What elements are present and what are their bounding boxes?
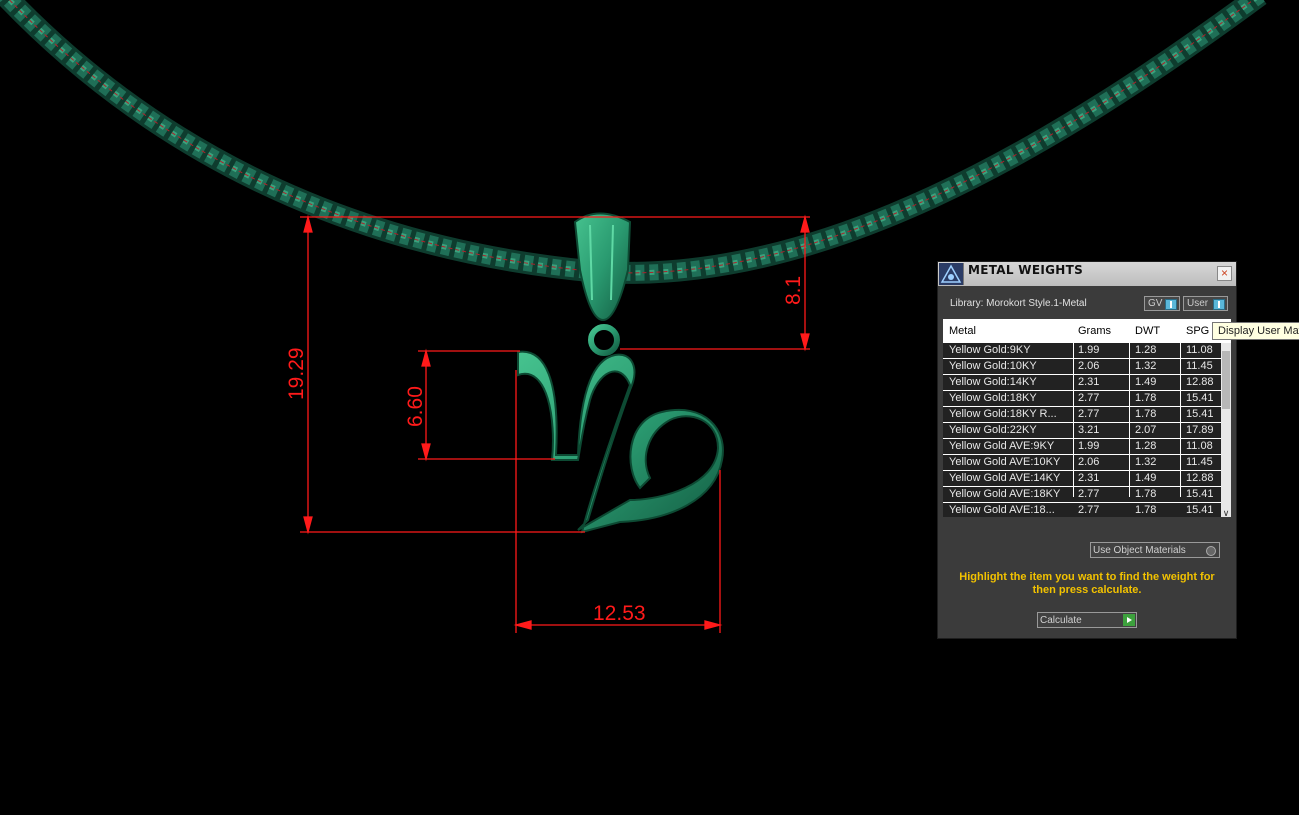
cell-spg: 15.41 [1186, 488, 1214, 500]
panel-title: METAL WEIGHTS [968, 263, 1084, 277]
scroll-down-icon[interactable]: ∨ [1221, 508, 1231, 517]
column-header-spg[interactable]: SPG [1186, 325, 1209, 337]
dimension-symbol-height-label: 6.60 [404, 386, 427, 427]
cell-spg: 11.45 [1186, 456, 1213, 468]
close-icon[interactable]: × [1217, 266, 1232, 281]
user-toggle[interactable]: User [1183, 296, 1228, 311]
library-label: Library: Morokort Style.1-Metal [950, 298, 1087, 309]
cell-spg: 12.88 [1186, 376, 1214, 388]
cell-dwt: 1.32 [1135, 456, 1157, 468]
cell-metal: Yellow Gold AVE:9KY [949, 440, 1055, 452]
gv-toggle[interactable]: GV [1144, 296, 1180, 311]
cell-spg: 17.89 [1186, 424, 1214, 436]
table-header: Metal Grams DWT SPG [943, 319, 1231, 344]
cell-grams: 2.77 [1078, 504, 1100, 516]
cell-grams: 2.77 [1078, 408, 1100, 420]
cell-spg: 11.08 [1186, 440, 1213, 452]
cell-dwt: 1.28 [1135, 344, 1157, 356]
table-row[interactable]: Yellow Gold AVE:18... 2.77 1.78 15.41 [943, 503, 1221, 517]
cell-grams: 2.31 [1078, 472, 1100, 484]
cell-metal: Yellow Gold:22KY [949, 424, 1037, 436]
metal-weights-panel: METAL WEIGHTS × Library: Morokort Style.… [937, 261, 1237, 639]
dimension-height-label: 19.29 [285, 347, 308, 400]
cell-spg: 15.41 [1186, 392, 1214, 404]
use-object-materials-toggle[interactable]: Use Object Materials [1090, 542, 1220, 558]
cell-dwt: 1.32 [1135, 360, 1157, 372]
cell-grams: 2.31 [1078, 376, 1100, 388]
cell-metal: Yellow Gold:18KY R... [949, 408, 1057, 420]
cell-dwt: 1.78 [1135, 504, 1157, 516]
gv-toggle-label: GV [1148, 298, 1163, 309]
cell-grams: 2.77 [1078, 488, 1100, 500]
cell-metal: Yellow Gold:10KY [949, 360, 1037, 372]
column-header-grams[interactable]: Grams [1078, 325, 1111, 337]
cell-dwt: 2.07 [1135, 424, 1157, 436]
column-header-dwt[interactable]: DWT [1135, 325, 1160, 337]
cell-dwt: 1.49 [1135, 376, 1157, 388]
vertical-scrollbar[interactable]: ∨ [1221, 343, 1231, 517]
radio-icon [1206, 546, 1216, 556]
cell-metal: Yellow Gold AVE:14KY [949, 472, 1061, 484]
cell-grams: 2.77 [1078, 392, 1100, 404]
cell-grams: 2.06 [1078, 456, 1100, 468]
cell-dwt: 1.78 [1135, 392, 1157, 404]
cell-grams: 2.06 [1078, 360, 1100, 372]
dimension-bail-label: 8.1 [782, 276, 805, 305]
cell-grams: 1.99 [1078, 440, 1100, 452]
cell-metal: Yellow Gold AVE:10KY [949, 456, 1061, 468]
capricorn-pendant [517, 350, 724, 534]
cell-grams: 3.21 [1078, 424, 1100, 436]
cell-metal: Yellow Gold:9KY [949, 344, 1031, 356]
cell-spg: 12.88 [1186, 472, 1214, 484]
pendant-bail [573, 212, 632, 356]
panel-title-bar[interactable]: METAL WEIGHTS × [938, 262, 1236, 286]
vertical-scroll-thumb[interactable] [1222, 351, 1230, 409]
cell-dwt: 1.28 [1135, 440, 1157, 452]
cell-grams: 1.99 [1078, 344, 1100, 356]
cell-dwt: 1.49 [1135, 472, 1157, 484]
toggle-switch-icon [1165, 299, 1177, 310]
cell-spg: 11.08 [1186, 344, 1213, 356]
cell-spg: 15.41 [1186, 504, 1214, 516]
cell-dwt: 1.78 [1135, 408, 1157, 420]
cell-metal: Yellow Gold AVE:18... [949, 504, 1055, 516]
cell-metal: Yellow Gold AVE:18KY [949, 488, 1061, 500]
tooltip: Display User Materials [1212, 322, 1299, 340]
cell-spg: 15.41 [1186, 408, 1214, 420]
use-object-materials-label: Use Object Materials [1093, 545, 1186, 556]
metal-weights-table: Metal Grams DWT SPG Yellow Gold:9KY 1.99 1… [943, 319, 1231, 517]
cell-metal: Yellow Gold:14KY [949, 376, 1037, 388]
toggle-switch-icon [1213, 299, 1225, 310]
cell-dwt: 1.78 [1135, 488, 1157, 500]
cell-spg: 11.45 [1186, 360, 1213, 372]
instructions-text: Highlight the item you want to find the … [959, 571, 1215, 596]
user-toggle-label: User [1187, 298, 1209, 309]
app-logo-icon [939, 263, 964, 285]
column-header-metal[interactable]: Metal [949, 325, 976, 337]
play-icon [1123, 614, 1135, 626]
dimension-width-label: 12.53 [593, 602, 646, 625]
cell-metal: Yellow Gold:18KY [949, 392, 1037, 404]
calculate-label: Calculate [1040, 615, 1082, 626]
calculate-button[interactable]: Calculate [1037, 612, 1137, 628]
